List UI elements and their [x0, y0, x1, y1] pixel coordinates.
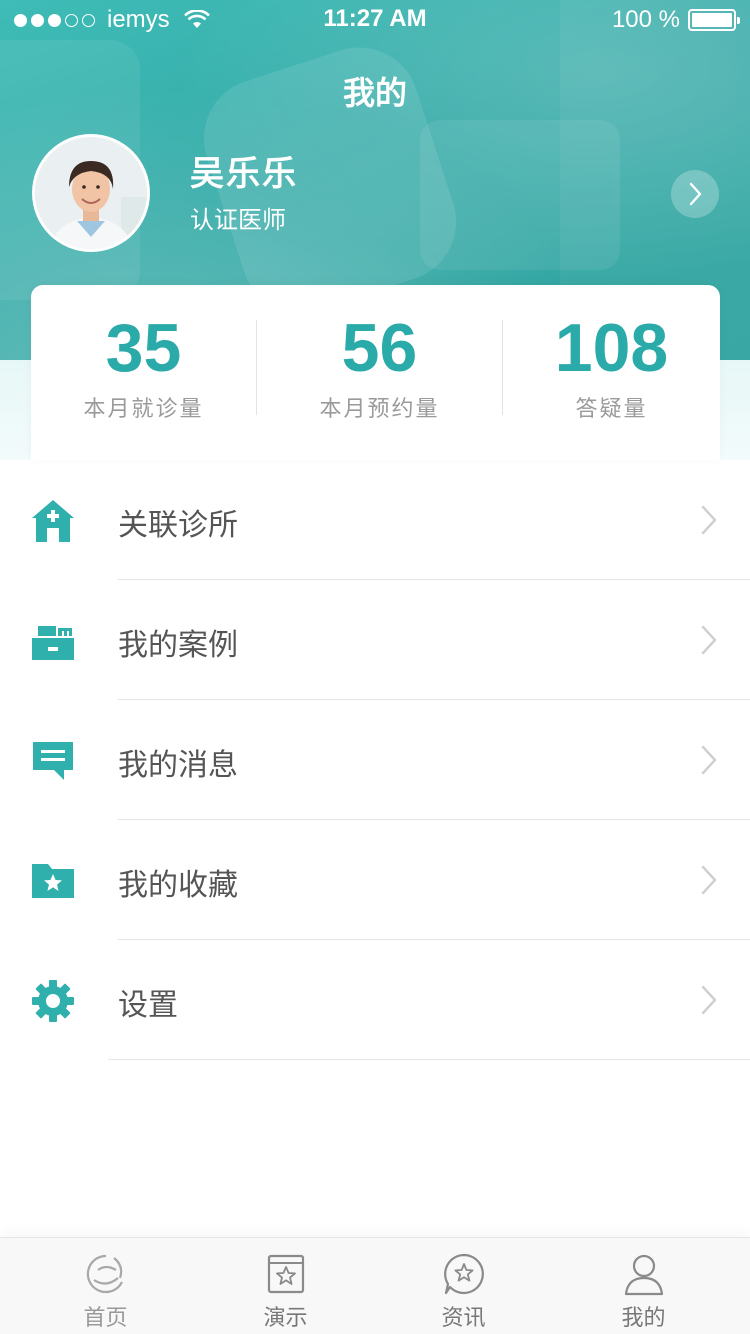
- tab-label: 首页: [83, 1306, 128, 1331]
- menu-item-linked-clinic[interactable]: 关联诊所: [0, 460, 750, 580]
- tab-label: 演示: [263, 1306, 308, 1331]
- stats-card: 35 本月就诊量 56 本月预约量 108 答疑量: [31, 285, 720, 460]
- battery-percentage: 100 %: [611, 6, 680, 33]
- chevron-right-icon: [701, 625, 717, 655]
- menu-item-my-cases[interactable]: 我的案例: [0, 580, 750, 700]
- doctor-portrait-image: [35, 137, 147, 249]
- menu-item-settings[interactable]: 设置: [0, 940, 750, 1060]
- stat-value: 35: [105, 310, 182, 386]
- menu-label: 我的消息: [118, 748, 238, 783]
- menu-label: 我的案例: [118, 628, 238, 663]
- status-right: 100 %: [611, 6, 740, 34]
- battery-icon: [688, 9, 740, 31]
- menu-label: 我的收藏: [118, 868, 238, 903]
- demo-icon: [267, 1254, 305, 1294]
- status-bar: iemys 11:27 AM 100 %: [0, 0, 750, 40]
- tab-demo[interactable]: 演示: [192, 1238, 379, 1334]
- user-icon: [624, 1254, 664, 1296]
- menu-list: 关联诊所 我的案例 我的消息 我的收藏 设置: [0, 460, 750, 1060]
- menu-item-my-messages[interactable]: 我的消息: [0, 700, 750, 820]
- stat-answers[interactable]: 108 答疑量: [503, 285, 720, 460]
- avatar[interactable]: [32, 134, 150, 252]
- tab-label: 我的: [621, 1306, 666, 1331]
- menu-item-my-favorites[interactable]: 我的收藏: [0, 820, 750, 940]
- tab-mine[interactable]: 我的: [550, 1238, 737, 1334]
- chevron-right-icon: [701, 745, 717, 775]
- menu-label: 设置: [118, 988, 178, 1023]
- stat-value: 108: [554, 310, 669, 386]
- tab-bar: 首页 演示 资讯 我的: [0, 1237, 750, 1334]
- profile-detail-button[interactable]: [671, 170, 719, 218]
- chevron-right-icon: [689, 182, 702, 206]
- home-logo-icon: [86, 1254, 123, 1294]
- tab-home[interactable]: 首页: [12, 1238, 199, 1334]
- clinic-icon: [32, 500, 74, 542]
- stat-label: 本月就诊量: [83, 397, 204, 422]
- stat-value: 56: [341, 310, 418, 386]
- message-icon: [33, 742, 73, 780]
- user-role: 认证医师: [190, 206, 286, 234]
- page-title: 我的: [342, 74, 407, 112]
- stat-label: 答疑量: [575, 397, 648, 422]
- menu-label: 关联诊所: [118, 508, 238, 543]
- case-icon: [32, 626, 74, 660]
- gear-icon: [32, 980, 74, 1022]
- news-icon: [444, 1253, 484, 1295]
- chevron-right-icon: [701, 865, 717, 895]
- chevron-right-icon: [701, 985, 717, 1015]
- tab-news[interactable]: 资讯: [370, 1238, 557, 1334]
- stat-monthly-appointments[interactable]: 56 本月预约量: [257, 285, 502, 460]
- tab-label: 资讯: [441, 1306, 486, 1331]
- user-name: 吴乐乐: [190, 154, 298, 194]
- chevron-right-icon: [701, 505, 717, 535]
- separator: [108, 1059, 750, 1060]
- favorites-folder-icon: [32, 864, 74, 898]
- stat-monthly-visits[interactable]: 35 本月就诊量: [31, 285, 256, 460]
- stat-label: 本月预约量: [319, 397, 440, 422]
